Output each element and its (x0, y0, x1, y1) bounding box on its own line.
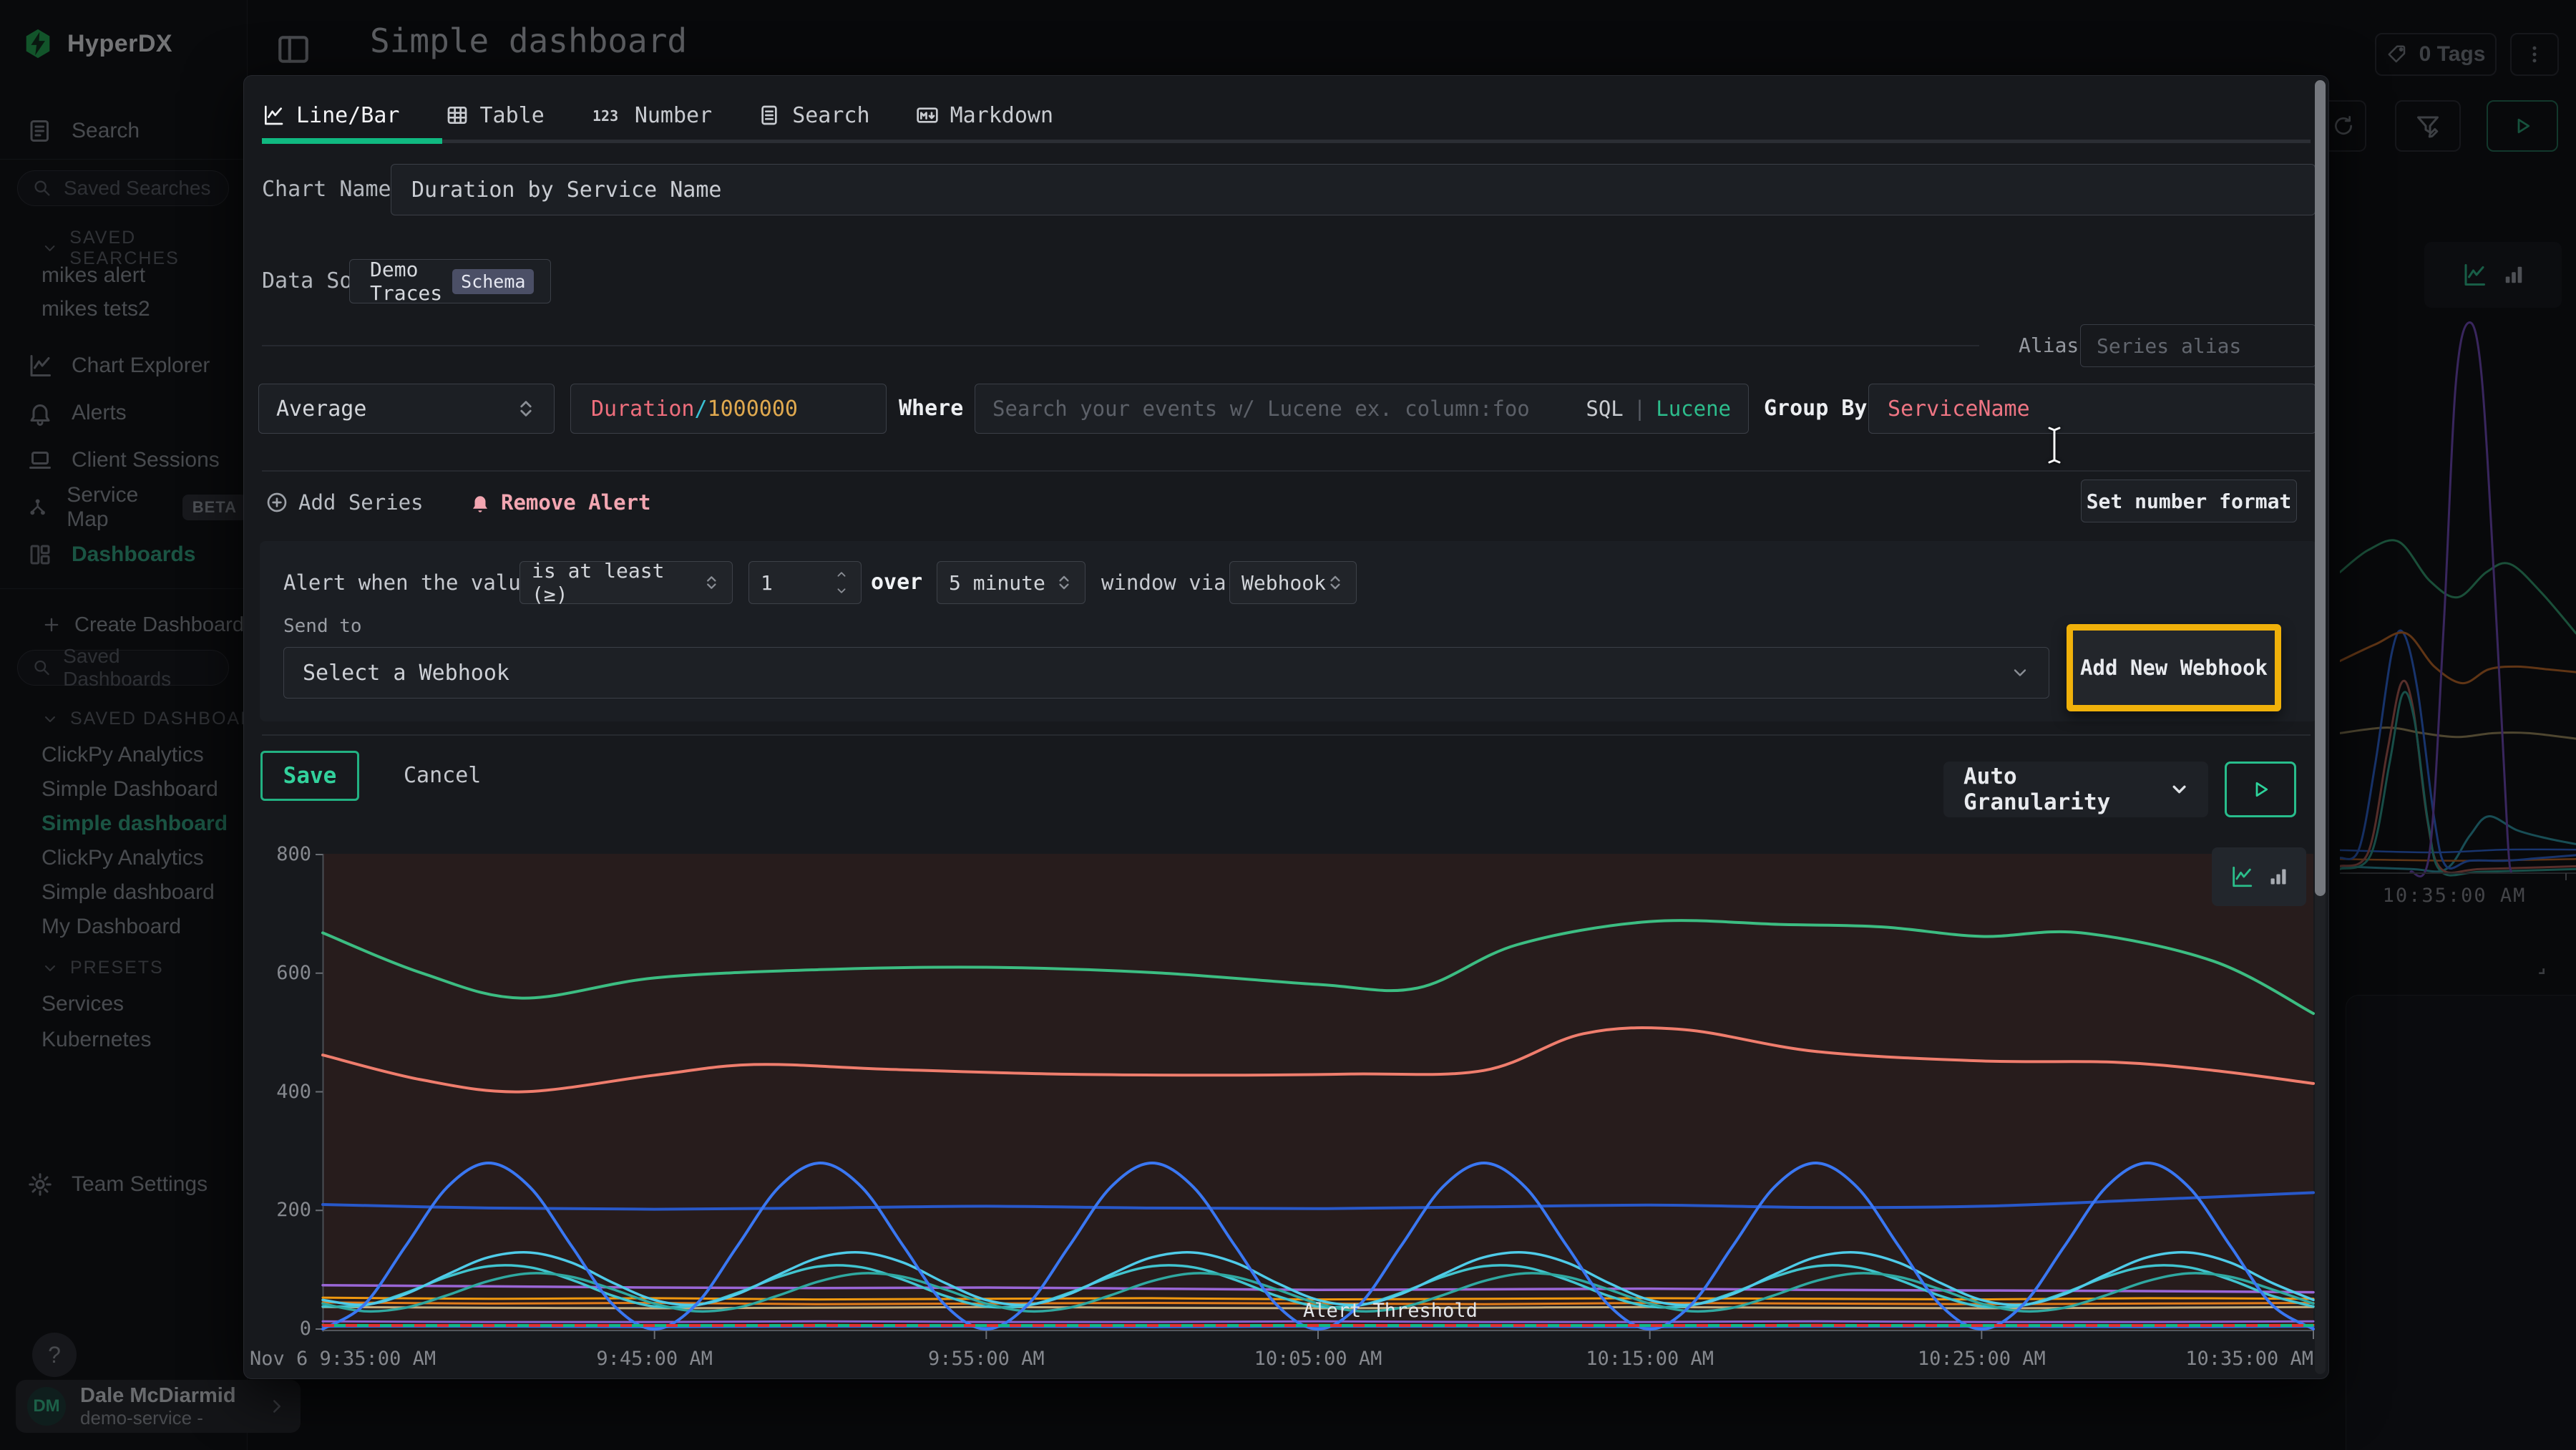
tab-label: Line/Bar (296, 103, 400, 128)
y-axis-label: 0 (250, 1318, 311, 1340)
cancel-button[interactable]: Cancel (404, 751, 481, 801)
bar-chart-icon[interactable] (2268, 867, 2288, 887)
window-via-label: window via (1101, 561, 1226, 604)
table-icon (446, 104, 469, 127)
tab-label: Number (635, 103, 712, 128)
run-chart-button[interactable] (2225, 762, 2296, 817)
chevron-down-icon (2170, 780, 2188, 799)
circle-plus-icon (265, 491, 288, 514)
alert-config-panel: Alert when the value is at least (≥) 1 o… (260, 541, 2318, 721)
send-to-label: Send to (283, 615, 362, 637)
alias-input[interactable]: Series alias (2080, 324, 2316, 367)
webhook-select[interactable]: Select a Webhook (283, 647, 2049, 699)
tab-line-bar[interactable]: Line/Bar (262, 103, 400, 128)
x-axis-label: 10:15:00 AM (1536, 1348, 1765, 1370)
y-axis-label: 600 (250, 962, 311, 984)
chart-preview: Alert Threshold 800 600 400 200 0 Nov 6 9:35… (244, 824, 2330, 1382)
app-root: HyperDX Search Saved Searches SAVED SEAR… (0, 0, 2576, 1450)
group-by-input[interactable]: ServiceName (1868, 384, 2316, 434)
text-cursor (2044, 424, 2065, 466)
chevron-up-icon[interactable] (834, 566, 849, 582)
number-stepper[interactable] (834, 566, 849, 599)
divider (262, 470, 2311, 472)
line-chart-icon[interactable] (2230, 865, 2254, 889)
tab-divider (262, 140, 2311, 143)
chevron-updown-icon (1326, 573, 1345, 592)
chart-type-tabs: Line/Bar Table 123 Number Search Markdown (262, 92, 1053, 139)
x-axis-label: 10:05:00 AM (1204, 1348, 1433, 1370)
scrollbar[interactable] (2315, 80, 2326, 1374)
lucene-toggle[interactable]: Lucene (1656, 396, 1731, 421)
x-axis-label: 9:45:00 AM (540, 1348, 769, 1370)
y-axis-label: 200 (250, 1199, 311, 1221)
tab-label: Markdown (950, 103, 1054, 128)
events-search-input[interactable]: Search your events w/ Lucene ex. column:… (975, 384, 1749, 434)
edit-chart-modal: Line/Bar Table 123 Number Search Markdown Cha… (243, 75, 2329, 1379)
alert-window-select[interactable]: 5 minute (937, 561, 1085, 604)
set-number-format-button[interactable]: Set number format (2081, 480, 2297, 522)
play-icon (2250, 779, 2271, 800)
tab-search[interactable]: Search (758, 103, 869, 128)
add-new-webhook-button[interactable]: Add New Webhook (2067, 624, 2281, 711)
chevron-updown-icon (515, 398, 537, 419)
y-axis-label: 400 (250, 1081, 311, 1103)
chevron-down-icon[interactable] (834, 583, 849, 599)
where-label: Where (899, 384, 963, 434)
search-placeholder: Search your events w/ Lucene ex. column:… (992, 396, 1530, 421)
save-button[interactable]: Save (260, 751, 359, 801)
group-by-label: Group By (1764, 384, 1868, 434)
alert-prefix-label: Alert when the value (283, 561, 533, 604)
alert-condition-select[interactable]: is at least (≥) (519, 561, 733, 604)
aggregation-select[interactable]: Average (258, 384, 555, 434)
alert-channel-select[interactable]: Webhook (1229, 561, 1357, 604)
formula-input[interactable]: Duration/1000000 (570, 384, 887, 434)
x-axis-label: 9:55:00 AM (872, 1348, 1101, 1370)
markdown-icon (916, 104, 939, 127)
y-axis-label: 800 (250, 843, 311, 865)
alias-label: Alias (2019, 324, 2079, 367)
divider (262, 345, 1979, 346)
num123-icon: 123 (590, 104, 623, 127)
alert-threshold-label: Alert Threshold (1303, 1300, 1478, 1322)
chart-line-icon (262, 104, 285, 127)
bell-icon (469, 492, 491, 513)
schema-badge[interactable]: Schema (452, 269, 534, 294)
x-axis-label: 10:25:00 AM (1867, 1348, 2096, 1370)
sql-toggle[interactable]: SQL (1586, 396, 1623, 421)
tab-markdown[interactable]: Markdown (916, 103, 1054, 128)
chevron-down-icon (2010, 663, 2030, 683)
divider (262, 734, 2311, 736)
data-source-select[interactable]: Demo Traces Schema (349, 259, 551, 303)
chevron-updown-icon (703, 573, 721, 592)
over-label: over (871, 561, 922, 604)
remove-alert-button[interactable]: Remove Alert (469, 481, 651, 524)
scrollbar-thumb[interactable] (2315, 80, 2326, 896)
tab-number[interactable]: 123 Number (590, 103, 712, 128)
x-axis-label: 10:35:00 AM (2092, 1348, 2313, 1370)
chevron-updown-icon (1055, 573, 1073, 592)
add-series-button[interactable]: Add Series (265, 481, 424, 524)
chart-name-input[interactable]: Duration by Service Name (391, 164, 2316, 215)
granularity-select[interactable]: Auto Granularity (1943, 762, 2208, 817)
tab-label: Table (480, 103, 545, 128)
tab-table[interactable]: Table (446, 103, 545, 128)
chart-type-toggle[interactable] (2212, 847, 2306, 906)
active-tab-indicator (262, 138, 442, 144)
svg-text:123: 123 (592, 107, 618, 125)
chart-name-label: Chart Name (262, 164, 391, 215)
doc-list-icon (758, 104, 781, 127)
tab-label: Search (792, 103, 869, 128)
x-axis-label: Nov 6 9:35:00 AM (250, 1348, 436, 1370)
chart-plot: Alert Threshold (323, 851, 2313, 1338)
alert-threshold-input[interactable]: 1 (748, 561, 862, 604)
